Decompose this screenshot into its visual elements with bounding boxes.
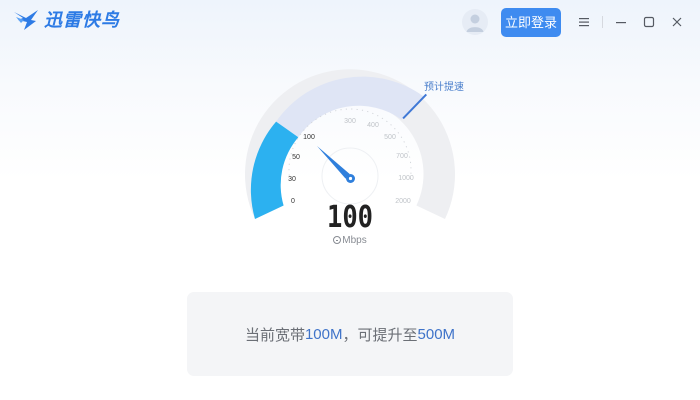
app-window: 迅雷快鸟 立即登录 0 30 50 100 300 400 500 700 10… <box>0 0 700 400</box>
login-button[interactable]: 立即登录 <box>501 8 561 37</box>
tick-label: 2000 <box>395 198 411 205</box>
bandwidth-info-text: 当前宽带 100M ，可提升至 500M <box>187 292 513 376</box>
tick-label: 1000 <box>398 175 414 182</box>
tick-label: 30 <box>288 176 296 183</box>
tick-label: 500 <box>384 134 396 141</box>
tick-label: 700 <box>396 153 408 160</box>
minimize-icon[interactable] <box>612 12 630 32</box>
close-icon[interactable] <box>668 12 686 32</box>
target-bandwidth: 500M <box>417 325 456 343</box>
current-speed-value: 100 <box>326 200 374 235</box>
speed-unit-icon <box>333 236 342 244</box>
speed-unit: Mbps <box>300 235 400 247</box>
current-bandwidth: 100M <box>304 325 343 343</box>
boost-hint-label: 预计提速 <box>424 82 464 93</box>
speed-unit-text: Mbps <box>342 235 367 246</box>
tick-label: 400 <box>367 122 379 129</box>
maximize-icon[interactable] <box>640 12 658 32</box>
app-name: 迅雷快鸟 <box>44 10 120 30</box>
user-avatar-icon[interactable] <box>462 9 488 35</box>
tick-label: 50 <box>292 154 300 161</box>
bandwidth-info-panel: 当前宽带 100M ，可提升至 500M <box>187 292 513 376</box>
tick-label: 100 <box>303 134 315 141</box>
info-prefix: 当前宽带 <box>244 326 305 344</box>
title-bar-divider <box>602 16 603 28</box>
app-logo: 迅雷快鸟 <box>12 8 120 32</box>
bird-logo-icon <box>14 10 38 30</box>
hamburger-menu-icon[interactable] <box>575 12 593 32</box>
tick-label: 0 <box>291 198 295 205</box>
info-middle: ，可提升至 <box>342 326 418 344</box>
title-bar: 迅雷快鸟 立即登录 <box>0 0 700 44</box>
tick-label: 300 <box>344 118 356 125</box>
